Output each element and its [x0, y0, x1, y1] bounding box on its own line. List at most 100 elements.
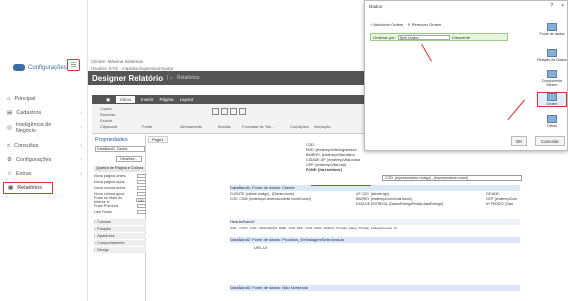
data-dialog: Dados ? × + Adicionar Ordem ✕ Remover Or… — [364, 0, 568, 151]
new-column-after-checkbox[interactable] — [137, 192, 146, 196]
border-icon[interactable] — [230, 108, 237, 115]
sidebar-item-cadastros[interactable]: ▤ Cadastros › — [3, 107, 85, 119]
border-tools — [212, 108, 272, 116]
last-rows-input[interactable] — [137, 210, 146, 214]
tab-data-relation[interactable]: Relação de Dados — [537, 49, 567, 62]
save-icon[interactable]: ▣ — [106, 97, 110, 103]
annotation-line — [311, 185, 371, 186]
chevron-right-icon: › — [80, 171, 82, 177]
tab-pagina[interactable]: Página — [160, 97, 174, 102]
group-position[interactable]: › Posição — [94, 226, 146, 232]
tab-page1[interactable]: Page1 — [148, 136, 168, 143]
gear-icon: ⚙ — [7, 157, 12, 163]
logo-text: Configurações — [28, 64, 67, 71]
order-row: Ordenar por: Sem Ordem Crescente — [370, 33, 508, 41]
report-canvas[interactable]: Page1 COD END: [endereçoVital.logradouro… — [146, 135, 524, 301]
app-logo: Configurações — [13, 63, 68, 72]
clipboard-icon: ▤ — [7, 110, 13, 116]
component-icon — [547, 70, 557, 78]
chevron-right-icon: › — [80, 110, 82, 116]
relation-icon — [547, 49, 557, 57]
dialog-title: Dados — [369, 4, 383, 9]
properties-title: Propriedades — [95, 137, 128, 143]
plus-icon: + — [370, 22, 373, 27]
tab-inicio[interactable]: Início — [116, 96, 136, 103]
group-behavior[interactable]: › Comportamento — [94, 240, 146, 246]
tab-data-source[interactable]: Fonte de dados — [537, 23, 567, 36]
border-icon[interactable] — [212, 108, 219, 115]
client-right-fields: CIDADE: CEP: [endereçoCom Nº PEDIDO: [Da… — [486, 192, 518, 206]
section-page-column-break[interactable]: Quebra de Página e Coluna — [94, 166, 146, 172]
chevron-right-icon: › — [80, 157, 82, 163]
group-columns[interactable]: › Colunas — [94, 219, 146, 225]
text-format-group-label: Formatar de Tes... — [242, 124, 275, 129]
dialog-toolbar: + Adicionar Ordem ✕ Remover Ordem — [370, 22, 510, 28]
home-icon: ⌂ — [7, 96, 11, 102]
sidebar-item-inteligencia[interactable]: ◎ Inteligência de Negócio › — [3, 120, 85, 136]
lightbulb-icon: ◎ — [7, 125, 12, 131]
clipboard-group-label: Clipboard — [100, 124, 118, 129]
chevron-right-icon: › — [80, 143, 82, 149]
group-appearance[interactable]: › Aparência — [94, 233, 146, 239]
database-icon — [547, 23, 557, 31]
client-info: Cliente: Máxima Sistemas Usuário: KYS - … — [91, 59, 174, 71]
client-mid-fields: UF CGC: [cliente.cgc] BAIRRO: [endereçoC… — [356, 192, 443, 206]
column-headers: CÓD. FOTO CÓD. DESCRIÇÃO EMB. COD. FAB. COD. G… — [230, 226, 398, 230]
url-field[interactable]: URL.Ul — [254, 245, 267, 250]
remove-order-button[interactable]: ✕ Remover Ordem — [407, 22, 441, 28]
report-header-lines: COD END: [endereçoVital.logradouro BAIRR… — [306, 143, 360, 172]
new-page-before-checkbox[interactable] — [137, 174, 146, 178]
borders-group-label: Bordas — [218, 124, 231, 129]
logo-icon — [13, 64, 25, 71]
interaction-button[interactable]: Interação — [314, 124, 331, 129]
report-icon: ▦ — [8, 185, 14, 191]
star-icon: ☆ — [7, 171, 12, 177]
help-icon[interactable]: ? — [550, 3, 553, 9]
sort-icon — [547, 93, 557, 101]
direction-toggle[interactable]: Crescente — [452, 35, 470, 40]
chevron-right-icon: › — [80, 125, 82, 131]
breadcrumb[interactable]: Relatórios — [177, 75, 200, 81]
properties-panel: Propriedades DataBand1: Dados Detalhes..… — [92, 135, 146, 301]
clipboard-group: Copiar Recortar Excluir Clipboard — [100, 106, 117, 130]
remove-icon: ✕ — [407, 22, 411, 27]
tab-order[interactable]: Ordem — [537, 92, 567, 107]
details-button[interactable]: Detalhes... — [116, 156, 142, 162]
tab-layout[interactable]: Layout — [180, 97, 194, 102]
new-column-before-checkbox[interactable] — [137, 186, 146, 190]
font-group-label: Fonte — [142, 124, 153, 129]
ok-button[interactable]: OK — [511, 136, 527, 146]
tab-master-component[interactable]: Componente Mestre — [537, 70, 567, 87]
databand2-header[interactable]: DataBand2: Fonte de dados: Produtos_Emba… — [230, 237, 520, 243]
skip-first-checkbox[interactable] — [137, 204, 146, 208]
group-design[interactable]: › Design — [94, 247, 146, 253]
filter-icon — [547, 115, 557, 123]
component-selector[interactable]: DataBand1: Dados — [95, 146, 145, 152]
border-icon[interactable] — [221, 108, 228, 115]
order-field-select[interactable]: Sem Ordem — [397, 34, 450, 40]
representative-field[interactable]: COD: [representante.codigo] - [represent… — [382, 175, 522, 181]
border-icon[interactable] — [239, 108, 246, 115]
prop-last-rows: Last Rows — [94, 209, 146, 215]
new-page-after-checkbox[interactable] — [137, 180, 146, 184]
skip-if-less-input[interactable]: 100 — [135, 198, 146, 203]
sidebar-item-relatorios[interactable]: ▦ Relatórios — [3, 182, 53, 194]
conditions-button[interactable]: Condições — [290, 124, 309, 129]
close-icon[interactable]: × — [561, 3, 564, 9]
sidebar-item-consultas[interactable]: ⌕ Consultas › — [3, 140, 85, 152]
tab-filters[interactable]: Filtros — [537, 115, 567, 128]
add-order-button[interactable]: + Adicionar Ordem — [370, 22, 403, 28]
menu-toggle-button[interactable]: ☰ — [67, 59, 80, 71]
alignment-group-label: Alinhamento — [180, 124, 203, 129]
client-fields: CLIENTE: [cliente.codigo] - [Cliente.nom… — [230, 192, 311, 201]
sidebar-item-extras[interactable]: ☆ Extras › — [3, 168, 85, 180]
databand1-header[interactable]: DataBand1: Fonte de dados: Cliente — [230, 185, 520, 191]
cancel-button[interactable]: Cancelar — [535, 136, 565, 146]
databand3-header[interactable]: DataBand3: Fonte de dados: Não Nomeado — [230, 285, 520, 291]
sidebar-item-principal[interactable]: ⌂ Principal — [3, 93, 85, 105]
page-title: Designer Relatório — [92, 73, 164, 83]
home-icon[interactable]: | ⌂ — [167, 75, 173, 81]
sidebar-item-configuracoes[interactable]: ⚙ Configurações › — [3, 154, 85, 166]
tab-inserir[interactable]: Inserir — [141, 97, 154, 102]
header-band2[interactable]: HeaderBand2 — [230, 219, 520, 225]
